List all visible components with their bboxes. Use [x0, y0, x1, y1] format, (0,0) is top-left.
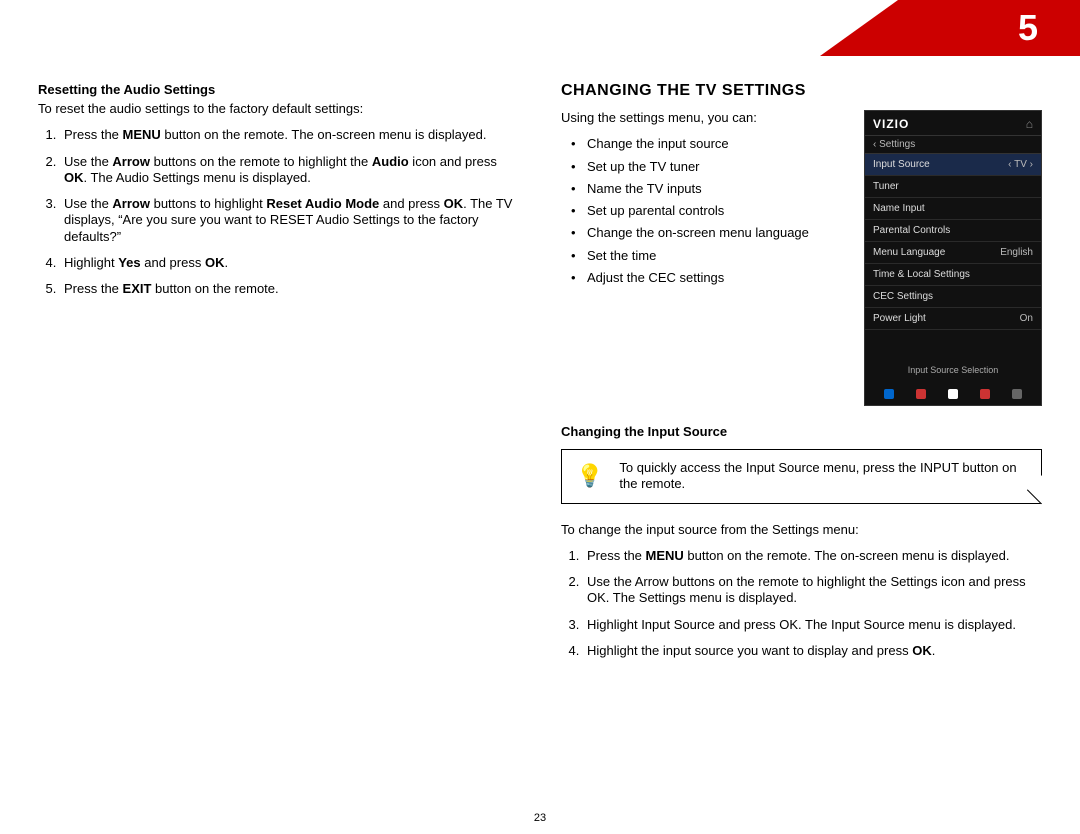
list-item: Set the time — [583, 248, 848, 264]
step-4: Highlight Yes and press OK. — [60, 255, 519, 271]
list-item: Set up parental controls — [583, 203, 848, 219]
tv-row-cec: CEC Settings — [865, 286, 1041, 308]
step-3: Use the Arrow buttons to highlight Reset… — [60, 196, 519, 245]
vizio-logo: VIZIO — [873, 117, 909, 131]
tv-row-name-input: Name Input — [865, 198, 1041, 220]
step-5: Press the EXIT button on the remote. — [60, 281, 519, 297]
section-head-tv-settings: CHANGING THE TV SETTINGS — [561, 82, 1042, 100]
list-item: Adjust the CEC settings — [583, 270, 848, 286]
tv-row-language: Menu LanguageEnglish — [865, 242, 1041, 264]
reset-audio-steps: Press the MENU button on the remote. The… — [38, 127, 519, 297]
step-3: Highlight Input Source and press OK. The… — [583, 617, 1042, 633]
lightbulb-icon: 💡 — [576, 465, 603, 487]
list-item: Name the TV inputs — [583, 181, 848, 197]
tv-menu-screenshot: VIZIO ⌂ ‹ Settings Input Source ‹ TV › T… — [864, 110, 1042, 406]
tip-callout: 💡 To quickly access the Input Source men… — [561, 449, 1042, 504]
step-2: Use the Arrow buttons on the remote to h… — [583, 574, 1042, 607]
chapter-tab: 5 — [820, 0, 1080, 56]
right-intro: Using the settings menu, you can: — [561, 110, 848, 126]
step-4: Highlight the input source you want to d… — [583, 643, 1042, 659]
page-content: Resetting the Audio Settings To reset th… — [38, 82, 1042, 812]
list-item: Change the input source — [583, 136, 848, 152]
intro2: To change the input source from the Sett… — [561, 522, 1042, 538]
step-2: Use the Arrow buttons on the remote to h… — [60, 154, 519, 187]
tv-breadcrumb: ‹ Settings — [865, 135, 1041, 154]
tv-header: VIZIO ⌂ — [865, 117, 1041, 135]
right-top-row: Using the settings menu, you can: Change… — [561, 110, 1042, 406]
page-number: 23 — [534, 812, 546, 824]
left-column: Resetting the Audio Settings To reset th… — [38, 82, 519, 812]
tv-bottom-icons — [865, 389, 1041, 399]
tv-row-power-light: Power LightOn — [865, 308, 1041, 330]
step-1: Press the MENU button on the remote. The… — [60, 127, 519, 143]
list-item: Set up the TV tuner — [583, 159, 848, 175]
tv-icon — [884, 389, 894, 399]
list-item: Change the on-screen menu language — [583, 225, 848, 241]
right-intro-block: Using the settings menu, you can: Change… — [561, 110, 848, 406]
change-input-steps: Press the MENU button on the remote. The… — [561, 548, 1042, 659]
tv-icon — [948, 389, 958, 399]
tv-icon — [980, 389, 990, 399]
tv-row-parental: Parental Controls — [865, 220, 1041, 242]
tv-icon — [916, 389, 926, 399]
tv-icon — [1012, 389, 1022, 399]
tv-caption: Input Source Selection — [865, 365, 1041, 375]
tip-text: To quickly access the Input Source menu,… — [619, 460, 1027, 493]
tv-row-input-source: Input Source ‹ TV › — [865, 154, 1041, 176]
capability-list: Change the input source Set up the TV tu… — [561, 136, 848, 286]
subhead-input-source: Changing the Input Source — [561, 424, 1042, 439]
tv-row-tuner: Tuner — [865, 176, 1041, 198]
tv-row-time: Time & Local Settings — [865, 264, 1041, 286]
intro-text: To reset the audio settings to the facto… — [38, 101, 519, 117]
subhead-reset-audio: Resetting the Audio Settings — [38, 82, 519, 97]
home-icon: ⌂ — [1026, 117, 1033, 131]
right-column: CHANGING THE TV SETTINGS Using the setti… — [561, 82, 1042, 812]
chapter-number: 5 — [1018, 7, 1038, 49]
step-1: Press the MENU button on the remote. The… — [583, 548, 1042, 564]
